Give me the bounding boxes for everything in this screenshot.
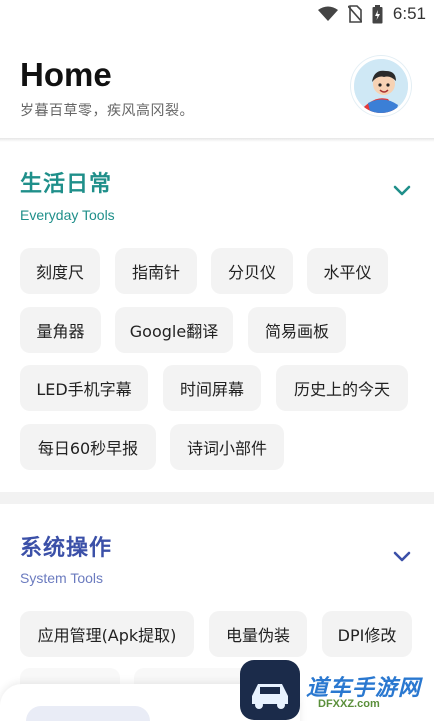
chevron-down-icon[interactable]: [392, 184, 412, 198]
wifi-icon: [317, 6, 338, 21]
status-icons: 6:51: [317, 4, 426, 24]
car-icon: [252, 684, 288, 709]
tool-chip-app-manager[interactable]: 应用管理(Apk提取): [20, 611, 194, 657]
no-sim-icon: [347, 5, 362, 23]
section-gap: [0, 492, 434, 504]
bottom-nav-pill[interactable]: [26, 706, 150, 721]
tool-chip-battery-spoof[interactable]: 电量伪装: [209, 611, 307, 657]
tool-chip-protractor[interactable]: 量角器: [20, 307, 101, 353]
tool-chip-time-screen[interactable]: 时间屏幕: [163, 365, 261, 411]
tool-chip-compass[interactable]: 指南针: [115, 248, 197, 294]
page-title: Home: [20, 56, 112, 93]
status-time: 6:51: [392, 4, 426, 23]
header: Home 岁暮百草零，疾风高冈裂。: [0, 28, 434, 140]
avatar[interactable]: [351, 56, 411, 116]
watermark-url: DFXXZ.com: [318, 698, 380, 710]
status-bar: 6:51: [0, 0, 434, 28]
section-title: 生活日常: [20, 172, 113, 197]
page-subtitle: 岁暮百草零，疾风高冈裂。: [20, 103, 194, 119]
tool-chip-ruler[interactable]: 刻度尺: [20, 248, 100, 294]
battery-icon: [372, 4, 383, 23]
tool-chip-level[interactable]: 水平仪: [307, 248, 388, 294]
tool-chip-decibel-meter[interactable]: 分贝仪: [211, 248, 293, 294]
tool-chip-dpi-modify[interactable]: DPI修改: [322, 611, 412, 657]
tool-chip-poetry-widget[interactable]: 诗词小部件: [170, 424, 284, 470]
tool-chip-google-translate[interactable]: Google翻译: [115, 307, 233, 353]
tool-chip-history-today[interactable]: 历史上的今天: [276, 365, 408, 411]
tool-chip-daily-news[interactable]: 每日60秒早报: [20, 424, 156, 470]
section-title: 系统操作: [20, 536, 113, 561]
section-subtitle: Everyday Tools: [20, 207, 115, 223]
avatar-illustration: [354, 59, 408, 113]
section-subtitle: System Tools: [20, 570, 103, 586]
watermark-logo: [240, 660, 300, 720]
tool-chip-simple-drawing[interactable]: 简易画板: [248, 307, 346, 353]
tool-chip-led-subtitle[interactable]: LED手机字幕: [20, 365, 148, 411]
chevron-down-icon[interactable]: [392, 550, 412, 564]
section-everyday-tools: 生活日常 Everyday Tools 刻度尺 指南针 分贝仪 水平仪 量角器 …: [0, 142, 434, 492]
